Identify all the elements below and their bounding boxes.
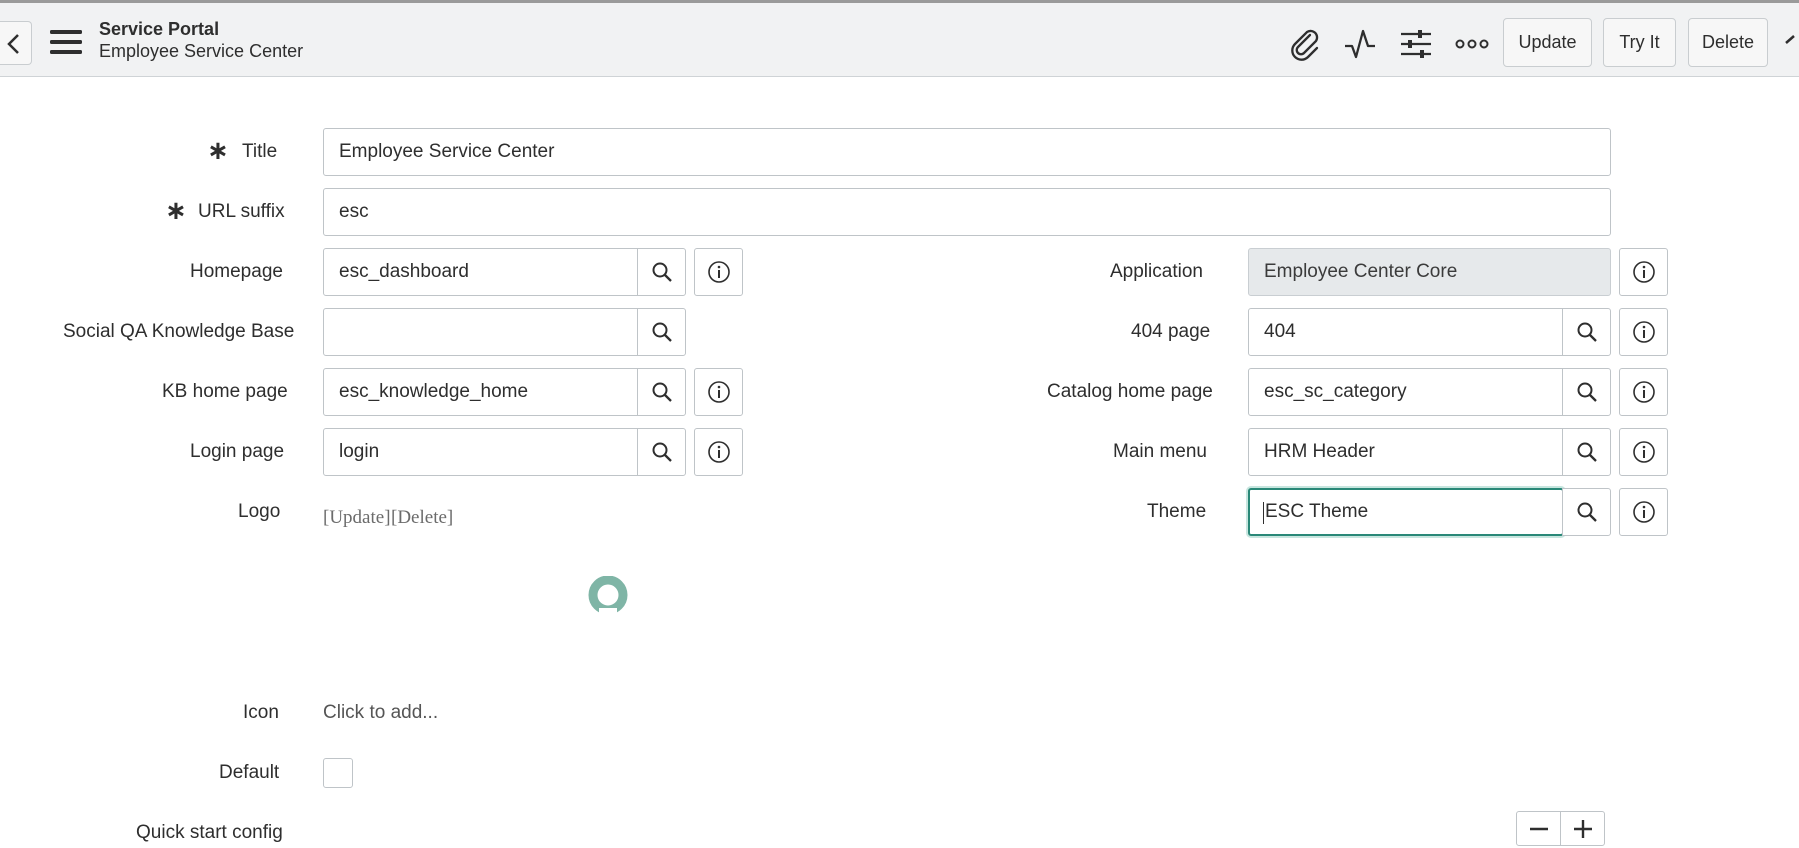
required-indicator: ∗ xyxy=(207,135,229,165)
main-menu-label: Main menu xyxy=(1113,441,1207,462)
form-header: Service Portal Employee Service Center U… xyxy=(0,3,1799,77)
theme-field[interactable]: ESC Theme xyxy=(1248,488,1564,536)
search-icon xyxy=(652,382,672,402)
homepage-info-button[interactable] xyxy=(694,248,743,296)
logo-image xyxy=(588,576,628,614)
theme-lookup-button[interactable] xyxy=(1562,488,1611,536)
application-field: Employee Center Core xyxy=(1248,248,1611,296)
required-indicator: ∗ xyxy=(165,195,187,225)
plus-icon xyxy=(1573,819,1592,838)
page-404-field[interactable]: 404 xyxy=(1248,308,1564,356)
logo-label: Logo xyxy=(238,501,281,522)
page-404-label: 404 page xyxy=(1131,321,1211,342)
page-404-info-button[interactable] xyxy=(1619,308,1668,356)
title-label: Title xyxy=(242,141,278,162)
info-icon xyxy=(707,381,730,403)
try-it-button[interactable]: Try It xyxy=(1603,18,1676,67)
login-page-info-button[interactable] xyxy=(694,428,743,476)
social-qa-label: Social QA Knowledge Base xyxy=(63,321,295,342)
search-icon xyxy=(1577,382,1597,402)
theme-label: Theme xyxy=(1147,501,1207,522)
homepage-lookup-button[interactable] xyxy=(637,248,686,296)
info-icon xyxy=(1632,381,1655,403)
kb-home-label: KB home page xyxy=(162,381,288,402)
header-title: Service Portal xyxy=(99,19,220,39)
search-icon xyxy=(1577,442,1597,462)
back-button[interactable] xyxy=(0,21,32,65)
quick-start-remove-button[interactable] xyxy=(1516,811,1561,846)
settings-icon[interactable] xyxy=(1399,27,1433,61)
attachment-icon[interactable] xyxy=(1288,27,1322,61)
default-label: Default xyxy=(219,762,280,783)
update-button[interactable]: Update xyxy=(1503,18,1592,67)
application-label: Application xyxy=(1110,261,1203,282)
back-icon xyxy=(7,34,19,54)
catalog-home-label: Catalog home page xyxy=(1047,381,1213,402)
social-qa-field[interactable] xyxy=(323,308,639,356)
more-icon[interactable] xyxy=(1455,27,1489,61)
application-info-button[interactable] xyxy=(1619,248,1668,296)
logo-delete-link[interactable]: [Delete] xyxy=(391,507,453,529)
theme-info-button[interactable] xyxy=(1619,488,1668,536)
catalog-home-field[interactable]: esc_sc_category xyxy=(1248,368,1564,416)
catalog-home-lookup-button[interactable] xyxy=(1562,368,1611,416)
icon-label: Icon xyxy=(243,702,279,723)
search-icon xyxy=(652,322,672,342)
info-icon xyxy=(707,441,730,463)
main-menu-lookup-button[interactable] xyxy=(1562,428,1611,476)
kb-home-info-button[interactable] xyxy=(694,368,743,416)
default-checkbox[interactable] xyxy=(323,758,353,788)
minus-icon xyxy=(1529,827,1548,830)
catalog-home-info-button[interactable] xyxy=(1619,368,1668,416)
quick-start-label: Quick start config xyxy=(136,822,283,843)
social-qa-lookup-button[interactable] xyxy=(637,308,686,356)
menu-icon[interactable] xyxy=(50,29,84,55)
url-suffix-label: URL suffix xyxy=(198,201,285,222)
homepage-label: Homepage xyxy=(190,261,283,282)
info-icon xyxy=(1632,441,1655,463)
search-icon xyxy=(652,262,672,282)
quick-start-add-button[interactable] xyxy=(1560,811,1605,846)
login-page-field[interactable]: login xyxy=(323,428,639,476)
collapse-icon[interactable] xyxy=(1784,33,1799,49)
kb-home-field[interactable]: esc_knowledge_home xyxy=(323,368,639,416)
search-icon xyxy=(1577,502,1597,522)
info-icon xyxy=(707,261,730,283)
logo-update-link[interactable]: [Update] xyxy=(323,507,391,529)
title-field[interactable]: Employee Service Center xyxy=(323,128,1611,176)
search-icon xyxy=(1577,322,1597,342)
header-subtitle: Employee Service Center xyxy=(99,41,304,61)
icon-add-link[interactable]: Click to add... xyxy=(323,702,438,724)
activity-icon[interactable] xyxy=(1343,27,1377,61)
text-caret xyxy=(1263,502,1264,524)
homepage-field[interactable]: esc_dashboard xyxy=(323,248,639,296)
page-404-lookup-button[interactable] xyxy=(1562,308,1611,356)
login-page-lookup-button[interactable] xyxy=(637,428,686,476)
info-icon xyxy=(1632,261,1655,283)
delete-button[interactable]: Delete xyxy=(1688,18,1768,67)
search-icon xyxy=(652,442,672,462)
main-menu-info-button[interactable] xyxy=(1619,428,1668,476)
url-suffix-field[interactable]: esc xyxy=(323,188,1611,236)
main-menu-field[interactable]: HRM Header xyxy=(1248,428,1564,476)
kb-home-lookup-button[interactable] xyxy=(637,368,686,416)
info-icon xyxy=(1632,501,1655,523)
info-icon xyxy=(1632,321,1655,343)
login-page-label: Login page xyxy=(190,441,285,462)
